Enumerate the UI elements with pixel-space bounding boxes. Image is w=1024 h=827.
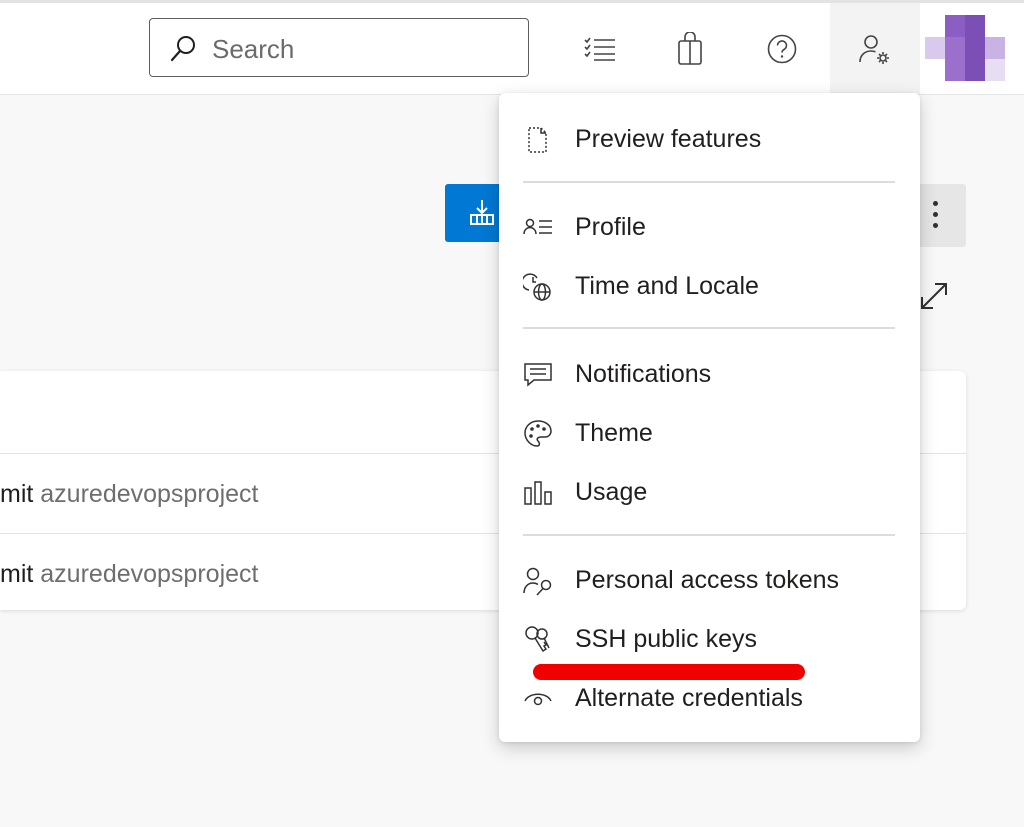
download-icon — [470, 200, 494, 225]
ssh-keys-icon — [525, 626, 550, 653]
alternate-credentials-icon — [524, 693, 552, 706]
menu-item-personal-access-tokens[interactable]: Personal access tokens — [499, 552, 920, 608]
expand-icon[interactable] — [918, 280, 950, 312]
menu-divider — [523, 327, 895, 329]
profile-icon — [523, 218, 552, 235]
menu-item-label: Theme — [575, 419, 653, 447]
search-input[interactable]: Search — [212, 34, 294, 65]
more-options-icon — [933, 201, 938, 234]
menu-item-label: Personal access tokens — [575, 566, 840, 594]
menu-item-label: Usage — [575, 478, 648, 506]
menu-item-usage[interactable]: Usage — [499, 464, 920, 520]
usage-icon — [524, 481, 552, 505]
time-locale-icon — [523, 273, 551, 301]
avatar[interactable] — [925, 15, 1005, 81]
theme-icon — [524, 420, 552, 447]
user-settings-button[interactable] — [830, 3, 920, 94]
import-button[interactable] — [445, 184, 505, 242]
menu-item-label: Time and Locale — [575, 272, 759, 300]
project-name: azuredevopsproject — [40, 480, 259, 508]
highlight-annotation — [533, 664, 805, 680]
preview-features-icon — [528, 127, 547, 153]
menu-item-ssh-public-keys[interactable]: SSH public keys — [499, 611, 920, 667]
work-items-button[interactable] — [570, 3, 630, 94]
menu-item-theme[interactable]: Theme — [499, 405, 920, 461]
project-name: azuredevopsproject — [40, 560, 259, 588]
search-box[interactable]: Search — [149, 18, 529, 77]
notifications-icon — [524, 363, 552, 387]
commit-prefix: mit — [0, 480, 34, 508]
personal-access-tokens-icon — [523, 567, 552, 596]
menu-item-label: SSH public keys — [575, 625, 758, 653]
user-settings-icon — [859, 34, 889, 64]
menu-item-profile[interactable]: Profile — [499, 199, 920, 255]
menu-item-time-and-locale[interactable]: Time and Locale — [499, 258, 920, 314]
marketplace-icon — [678, 31, 702, 65]
help-icon — [767, 34, 797, 63]
menu-item-notifications[interactable]: Notifications — [499, 346, 920, 402]
menu-divider — [523, 181, 895, 183]
menu-item-label: Profile — [575, 213, 646, 241]
work-items-icon — [584, 37, 615, 61]
search-icon — [170, 36, 195, 62]
top-bar: Search — [0, 3, 1024, 95]
menu-item-preview-features[interactable]: Preview features — [499, 111, 920, 167]
menu-item-label: Notifications — [575, 360, 712, 388]
commit-prefix: mit — [0, 560, 34, 588]
help-button[interactable] — [752, 3, 812, 94]
marketplace-button[interactable] — [660, 3, 720, 94]
menu-item-label: Preview features — [575, 125, 762, 153]
menu-item-label: Alternate credentials — [575, 684, 803, 712]
menu-divider — [523, 534, 895, 536]
user-settings-menu: Preview features Profile Time and Locale — [499, 93, 920, 742]
